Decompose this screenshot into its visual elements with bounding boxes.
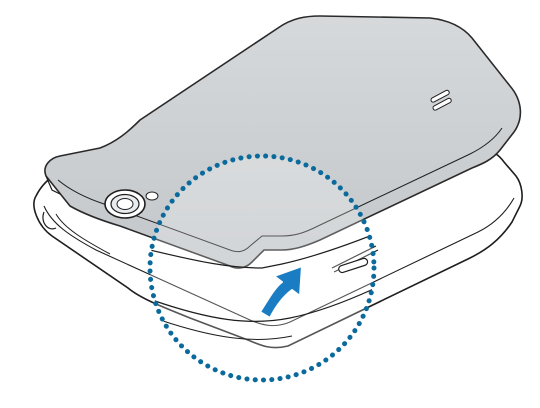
illustration-canvas (0, 0, 540, 408)
phone-illustration (33, 15, 523, 383)
